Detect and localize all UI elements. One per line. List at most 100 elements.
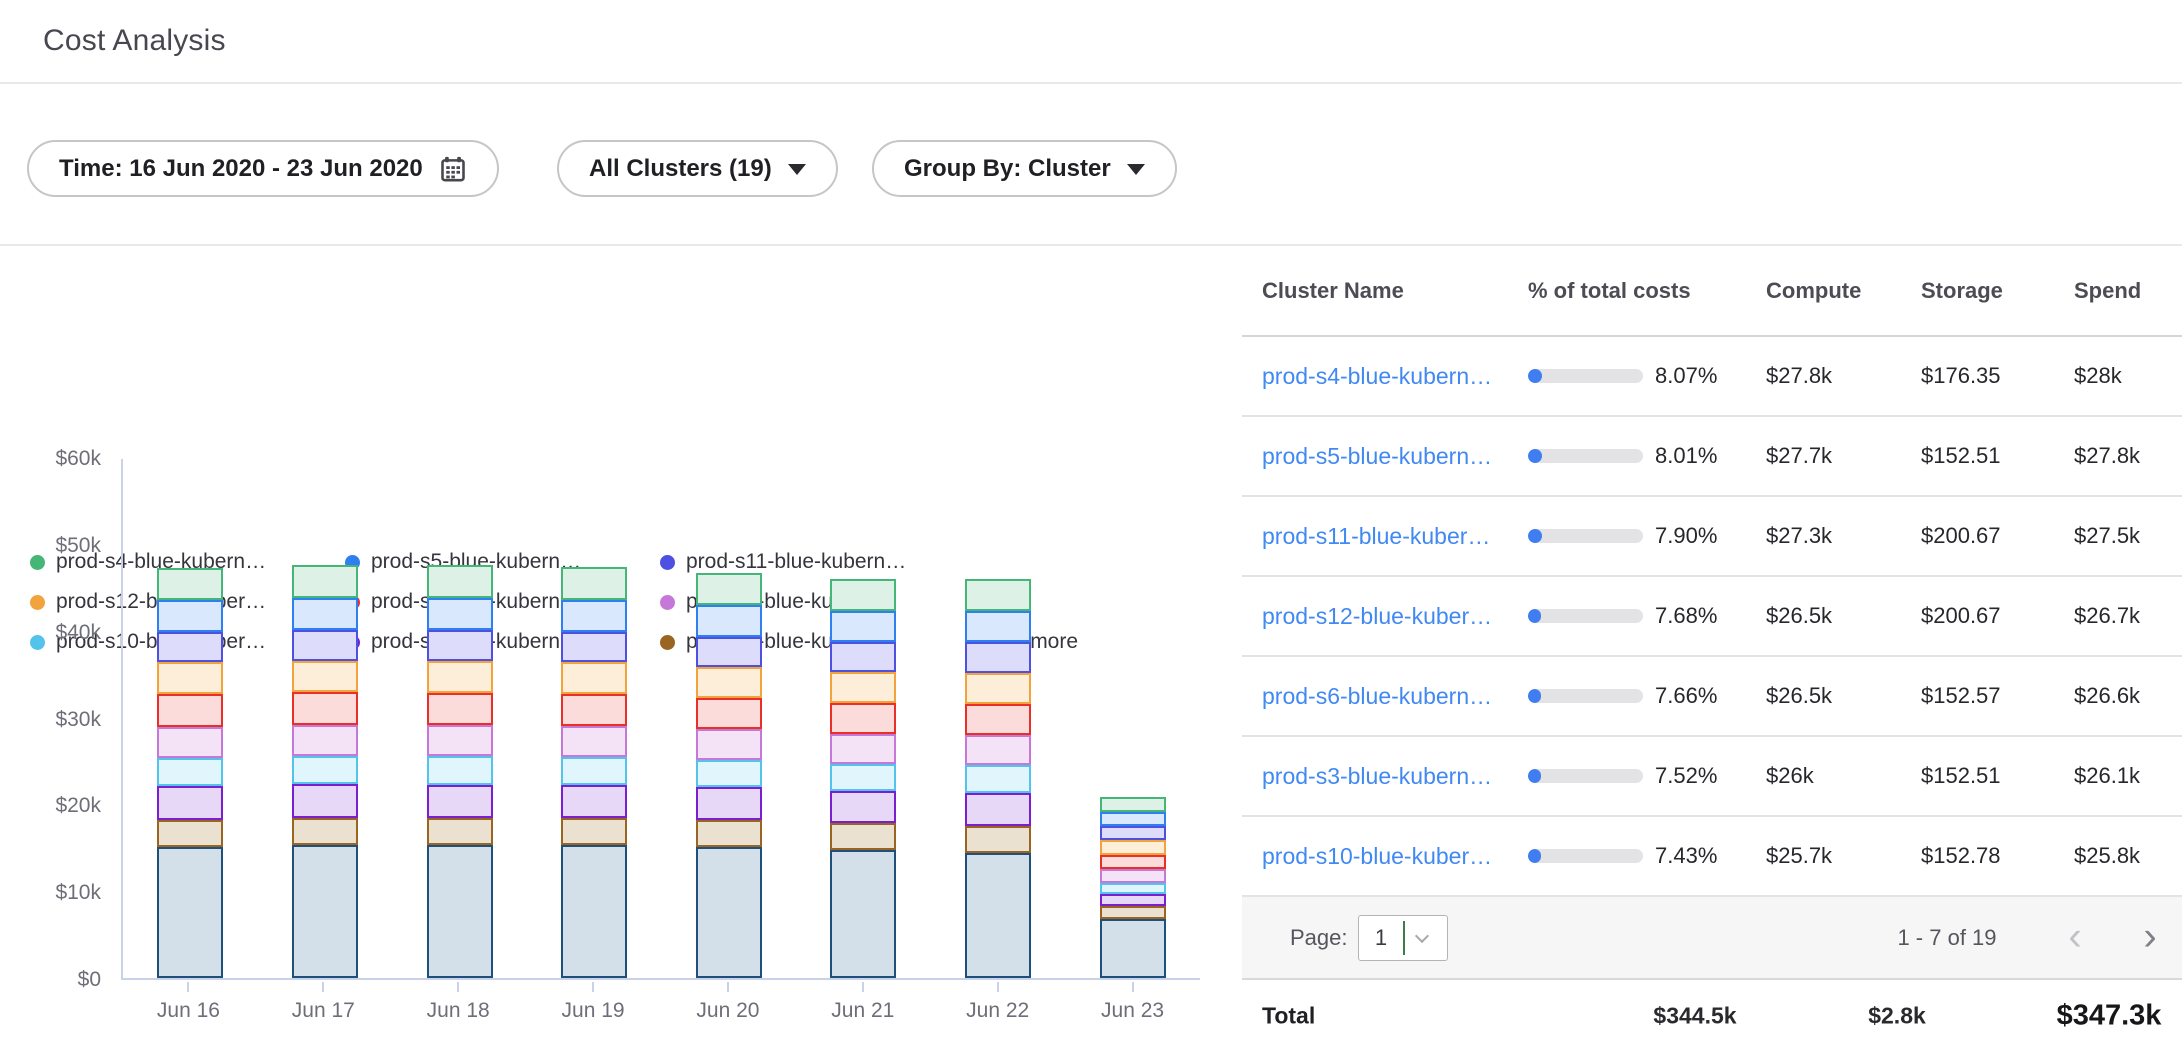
bar-segment[interactable] <box>1100 797 1166 812</box>
bar-segment[interactable] <box>1100 894 1166 905</box>
bar-segment[interactable] <box>292 756 358 785</box>
bar-segment[interactable] <box>1100 826 1166 840</box>
bar-segment[interactable] <box>1100 812 1166 826</box>
bar-segment[interactable] <box>830 579 896 611</box>
bar-segment[interactable] <box>696 820 762 847</box>
bar-segment[interactable] <box>427 598 493 630</box>
bar-segment[interactable] <box>561 726 627 757</box>
clusters-filter-dropdown[interactable]: All Clusters (19) <box>557 140 838 197</box>
next-page-button[interactable]: › <box>2143 916 2156 956</box>
bar-segment[interactable] <box>1100 919 1166 978</box>
bar-segment[interactable] <box>696 847 762 978</box>
cluster-name-link[interactable]: prod-s4-blue-kubern… <box>1262 363 1492 389</box>
bar-segment[interactable] <box>1100 906 1166 920</box>
bar-segment[interactable] <box>561 818 627 845</box>
bar-segment[interactable] <box>696 637 762 667</box>
time-range-filter[interactable]: Time: 16 Jun 2020 - 23 Jun 2020 <box>27 140 499 197</box>
bar-segment[interactable] <box>561 662 627 693</box>
bar-segment[interactable] <box>965 673 1031 704</box>
bar-segment[interactable] <box>965 793 1031 826</box>
bar-segment[interactable] <box>292 630 358 661</box>
cluster-name-link[interactable]: prod-s11-blue-kuber… <box>1262 523 1490 549</box>
bar-segment[interactable] <box>965 611 1031 643</box>
bar-segment[interactable] <box>830 672 896 702</box>
bar-segment[interactable] <box>157 786 223 820</box>
bar-segment[interactable] <box>696 573 762 605</box>
bar-segment[interactable] <box>965 735 1031 765</box>
y-axis-tick-label: $60k <box>55 447 101 471</box>
bar-segment[interactable] <box>292 598 358 630</box>
bar-segment[interactable] <box>965 642 1031 672</box>
bar-segment[interactable] <box>830 642 896 672</box>
bar-segment[interactable] <box>292 661 358 692</box>
bar-segment[interactable] <box>965 579 1031 611</box>
cluster-name-link[interactable]: prod-s5-blue-kubern… <box>1262 443 1492 469</box>
bar-segment[interactable] <box>427 785 493 818</box>
bar-segment[interactable] <box>561 757 627 785</box>
bar-segment[interactable] <box>830 734 896 764</box>
bar-segment[interactable] <box>427 693 493 725</box>
bar-segment[interactable] <box>1100 855 1166 869</box>
cluster-name-link[interactable]: prod-s6-blue-kubern… <box>1262 683 1492 709</box>
bar-segment[interactable] <box>427 630 493 661</box>
bar-segment[interactable] <box>427 818 493 845</box>
column-header-spend: Spend <box>2074 278 2182 304</box>
bar-segment[interactable] <box>696 760 762 788</box>
pct-progress-bar <box>1528 529 1643 543</box>
bar-segment[interactable] <box>965 765 1031 793</box>
bar-segment[interactable] <box>157 820 223 847</box>
cluster-name-link[interactable]: prod-s3-blue-kubern… <box>1262 763 1492 789</box>
bar-segment[interactable] <box>561 567 627 600</box>
bar-segment[interactable] <box>292 818 358 845</box>
bar-segment[interactable] <box>1100 869 1166 883</box>
bar-segment[interactable] <box>427 565 493 598</box>
bar-segment[interactable] <box>427 845 493 978</box>
bar-segment[interactable] <box>696 729 762 759</box>
bar-segment[interactable] <box>157 662 223 694</box>
bar-segment[interactable] <box>965 853 1031 979</box>
bar-segment[interactable] <box>427 756 493 785</box>
bar-segment[interactable] <box>561 600 627 632</box>
bar-segment[interactable] <box>830 850 896 978</box>
cluster-name-link[interactable]: prod-s12-blue-kuber… <box>1262 603 1492 629</box>
bar-segment[interactable] <box>157 847 223 978</box>
bar-segment[interactable] <box>157 600 223 632</box>
bar-segment[interactable] <box>696 667 762 698</box>
page-number-select[interactable]: 1 <box>1358 915 1448 961</box>
bar-segment[interactable] <box>157 632 223 662</box>
bar-segment[interactable] <box>965 826 1031 853</box>
storage-value: $200.67 <box>1921 523 2074 549</box>
bar-segment[interactable] <box>1100 883 1166 894</box>
pct-value: 7.66% <box>1655 683 1717 709</box>
bar-segment[interactable] <box>292 784 358 817</box>
bar-segment[interactable] <box>157 694 223 727</box>
bar-segment[interactable] <box>427 661 493 693</box>
bar-segment[interactable] <box>561 694 627 726</box>
bar-segment[interactable] <box>965 704 1031 735</box>
bar-segment[interactable] <box>696 605 762 636</box>
caret-down-icon <box>788 164 806 175</box>
group-by-dropdown[interactable]: Group By: Cluster <box>872 140 1177 197</box>
bar-segment[interactable] <box>696 698 762 729</box>
bar-segment[interactable] <box>830 611 896 642</box>
bar-segment[interactable] <box>292 565 358 598</box>
bar-segment[interactable] <box>1100 840 1166 856</box>
bar-segment[interactable] <box>157 568 223 600</box>
bar-segment[interactable] <box>830 823 896 850</box>
bar-segment[interactable] <box>561 785 627 818</box>
bar-segment[interactable] <box>292 845 358 978</box>
bar-segment[interactable] <box>427 725 493 756</box>
bar-segment[interactable] <box>157 758 223 786</box>
previous-page-button[interactable]: ‹ <box>2068 916 2081 956</box>
bar-segment[interactable] <box>830 791 896 823</box>
bar-segment[interactable] <box>561 845 627 978</box>
bar-segment[interactable] <box>292 692 358 725</box>
bar-segment[interactable] <box>696 787 762 820</box>
bar-segment[interactable] <box>830 764 896 792</box>
bar-segment[interactable] <box>830 703 896 734</box>
bar-segment[interactable] <box>157 727 223 758</box>
bar-segment[interactable] <box>292 725 358 756</box>
x-axis-tickmark <box>862 982 864 992</box>
cluster-name-link[interactable]: prod-s10-blue-kuber… <box>1262 843 1492 869</box>
bar-segment[interactable] <box>561 632 627 662</box>
